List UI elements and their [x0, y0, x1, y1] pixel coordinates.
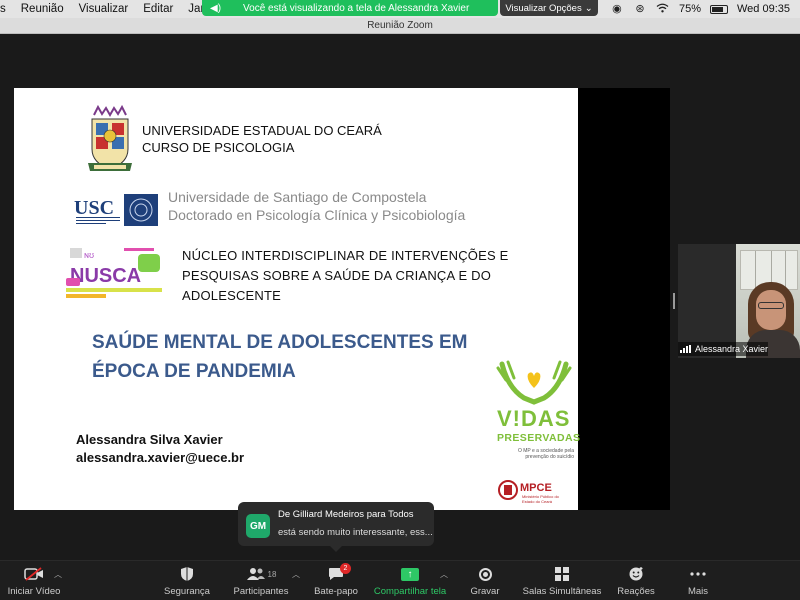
chat-label: Bate-papo: [314, 586, 358, 597]
menu-item-reuniao[interactable]: Reunião: [21, 3, 64, 15]
menu-item-editar[interactable]: Editar: [143, 3, 173, 15]
reactions-button[interactable]: Reações: [616, 565, 656, 599]
chevron-down-icon: ⌄: [584, 2, 593, 14]
battery-percent: 75%: [678, 3, 701, 15]
battery-icon[interactable]: [709, 4, 728, 14]
campaign-tagline: O MP e a sociedade pela prevenção do sui…: [517, 448, 574, 460]
record-icon: [478, 567, 492, 581]
participant-video-thumbnail[interactable]: Alessandra Xavier: [678, 244, 800, 358]
svg-text:NUSCA: NUSCA: [70, 265, 141, 287]
slide-title-line-1: SAÚDE MENTAL DE ADOLESCENTES EM: [92, 332, 468, 353]
slide-title-line-2: ÉPOCA DE PANDEMIA: [92, 361, 296, 382]
share-screen-button[interactable]: ↑ Compartilhar tela: [370, 565, 450, 599]
wifi-icon[interactable]: [656, 3, 670, 15]
uece-name: UNIVERSIDADE ESTADUAL DO CEARÁ: [142, 123, 382, 138]
uece-crest-logo: [82, 104, 138, 177]
chat-button[interactable]: 2 Bate-papo: [312, 563, 360, 599]
uece-course: CURSO DE PSICOLOGIA: [142, 140, 295, 155]
author-name: Alessandra Silva Xavier: [76, 432, 223, 447]
chat-unread-badge: 2: [340, 563, 351, 574]
breakout-grid-icon: [555, 567, 569, 581]
hands-heart-icon: [496, 360, 572, 405]
nucleo-line-3: ADOLESCENTE: [182, 288, 282, 303]
participant-name: Alessandra Xavier: [695, 344, 769, 354]
more-button[interactable]: Mais: [680, 565, 716, 599]
chat-message-preview: está sendo muito interessante, ess...: [278, 527, 433, 538]
nucleo-line-1: NÚCLEO INTERDISCIPLINAR DE INTERVENÇÕES …: [182, 248, 509, 263]
slide-title: SAÚDE MENTAL DE ADOLESCENTES EM ÉPOCA DE…: [92, 328, 512, 386]
record-button[interactable]: Gravar: [466, 565, 504, 599]
participants-label: Participantes: [233, 586, 289, 597]
preservadas-text: PRESERVADAS: [497, 432, 581, 444]
smiley-icon: [628, 565, 644, 583]
screen-share-banner: ◀) Você está visualizando a tela de Ales…: [202, 0, 498, 16]
chat-icon: 2: [328, 563, 351, 583]
author-email: alessandra.xavier@uece.br: [76, 450, 245, 465]
reactions-label: Reações: [617, 586, 655, 597]
share-options-caret[interactable]: ︿: [440, 569, 448, 580]
vidas-preservadas-logo: V!DAS PRESERVADAS O MP e a sociedade pel…: [494, 358, 580, 508]
speaker-icon: ◀): [210, 2, 222, 14]
nusca-logo: ɴʊ NUSCA: [64, 244, 174, 300]
chat-sender: De Gilliard Medeiros para Todos: [278, 509, 414, 520]
chat-sender-avatar: GM: [246, 514, 270, 538]
share-screen-label: Compartilhar tela: [373, 586, 447, 597]
view-options-label: Visualizar Opções: [505, 2, 582, 14]
security-label: Segurança: [164, 586, 210, 597]
author-block: Alessandra Silva Xavier alessandra.xavie…: [76, 431, 244, 467]
breakout-rooms-button[interactable]: Salas Simultâneas: [520, 565, 604, 599]
nucleo-line-2: PESQUISAS SOBRE A SAÚDE DA CRIANÇA E DO: [182, 268, 492, 283]
menu-item-s[interactable]: s: [0, 3, 6, 15]
usc-program: Doctorado en Psicología Clínica y Psicob…: [168, 207, 466, 223]
menu-item-visualizar[interactable]: Visualizar: [79, 3, 129, 15]
usc-name: Universidade de Santiago de Compostela: [168, 189, 427, 205]
meeting-controls-toolbar: Iniciar Vídeo ︿ Segurança 18 Participant…: [0, 560, 800, 600]
chat-notification[interactable]: GM De Gilliard Medeiros para Todos está …: [238, 502, 434, 552]
usc-heading: Universidade de Santiago de Compostela D…: [168, 188, 465, 224]
share-banner-text: Você está visualizando a tela de Alessan…: [243, 2, 470, 14]
focus-icon[interactable]: ⊛: [633, 3, 647, 15]
participants-options-caret[interactable]: ︿: [292, 569, 300, 580]
participants-count: 18: [267, 569, 277, 579]
usc-logo: USC: [74, 193, 160, 227]
nucleo-heading: NÚCLEO INTERDISCIPLINAR DE INTERVENÇÕES …: [182, 246, 509, 306]
record-label: Gravar: [470, 586, 500, 597]
video-options-caret[interactable]: ︿: [54, 569, 62, 580]
video-off-icon: [24, 565, 44, 583]
more-dots-icon: [690, 565, 706, 583]
menubar-status: ◉ ⊛ 75% Wed 09:35: [610, 0, 790, 18]
signal-bars-icon: [680, 345, 691, 353]
usc-logo-text: USC: [74, 197, 114, 219]
start-video-label: Iniciar Vídeo: [7, 586, 61, 597]
mpce-text: MPCE: [520, 482, 552, 494]
vidas-text: V!DAS: [497, 406, 571, 431]
svg-text:ɴʊ: ɴʊ: [84, 250, 94, 260]
clock[interactable]: Wed 09:35: [737, 3, 790, 15]
participants-icon: 18: [246, 565, 277, 583]
eye-icon[interactable]: ◉: [610, 3, 624, 15]
participant-name-tag: Alessandra Xavier: [678, 342, 769, 356]
more-label: Mais: [687, 586, 709, 597]
shield-icon: [180, 565, 194, 583]
shared-screen-margin: [578, 88, 670, 510]
participant-face: [756, 290, 786, 330]
menu-list: s Reunião Visualizar Editar Janela: [0, 3, 222, 15]
participants-button[interactable]: 18 Participantes: [230, 565, 292, 599]
uece-heading: UNIVERSIDADE ESTADUAL DO CEARÁ CURSO DE …: [142, 122, 382, 156]
view-options-button[interactable]: Visualizar Opções ⌄: [500, 0, 598, 16]
mpce-subtitle: Ministério Público do Estado do Ceará: [522, 494, 559, 504]
window-title: Reunião Zoom: [0, 18, 800, 34]
security-button[interactable]: Segurança: [162, 565, 212, 599]
mpce-seal-icon: [498, 480, 518, 500]
thumbnail-resize-handle[interactable]: [673, 293, 675, 309]
share-screen-icon: ↑: [401, 567, 419, 581]
breakout-rooms-label: Salas Simultâneas: [522, 586, 602, 597]
